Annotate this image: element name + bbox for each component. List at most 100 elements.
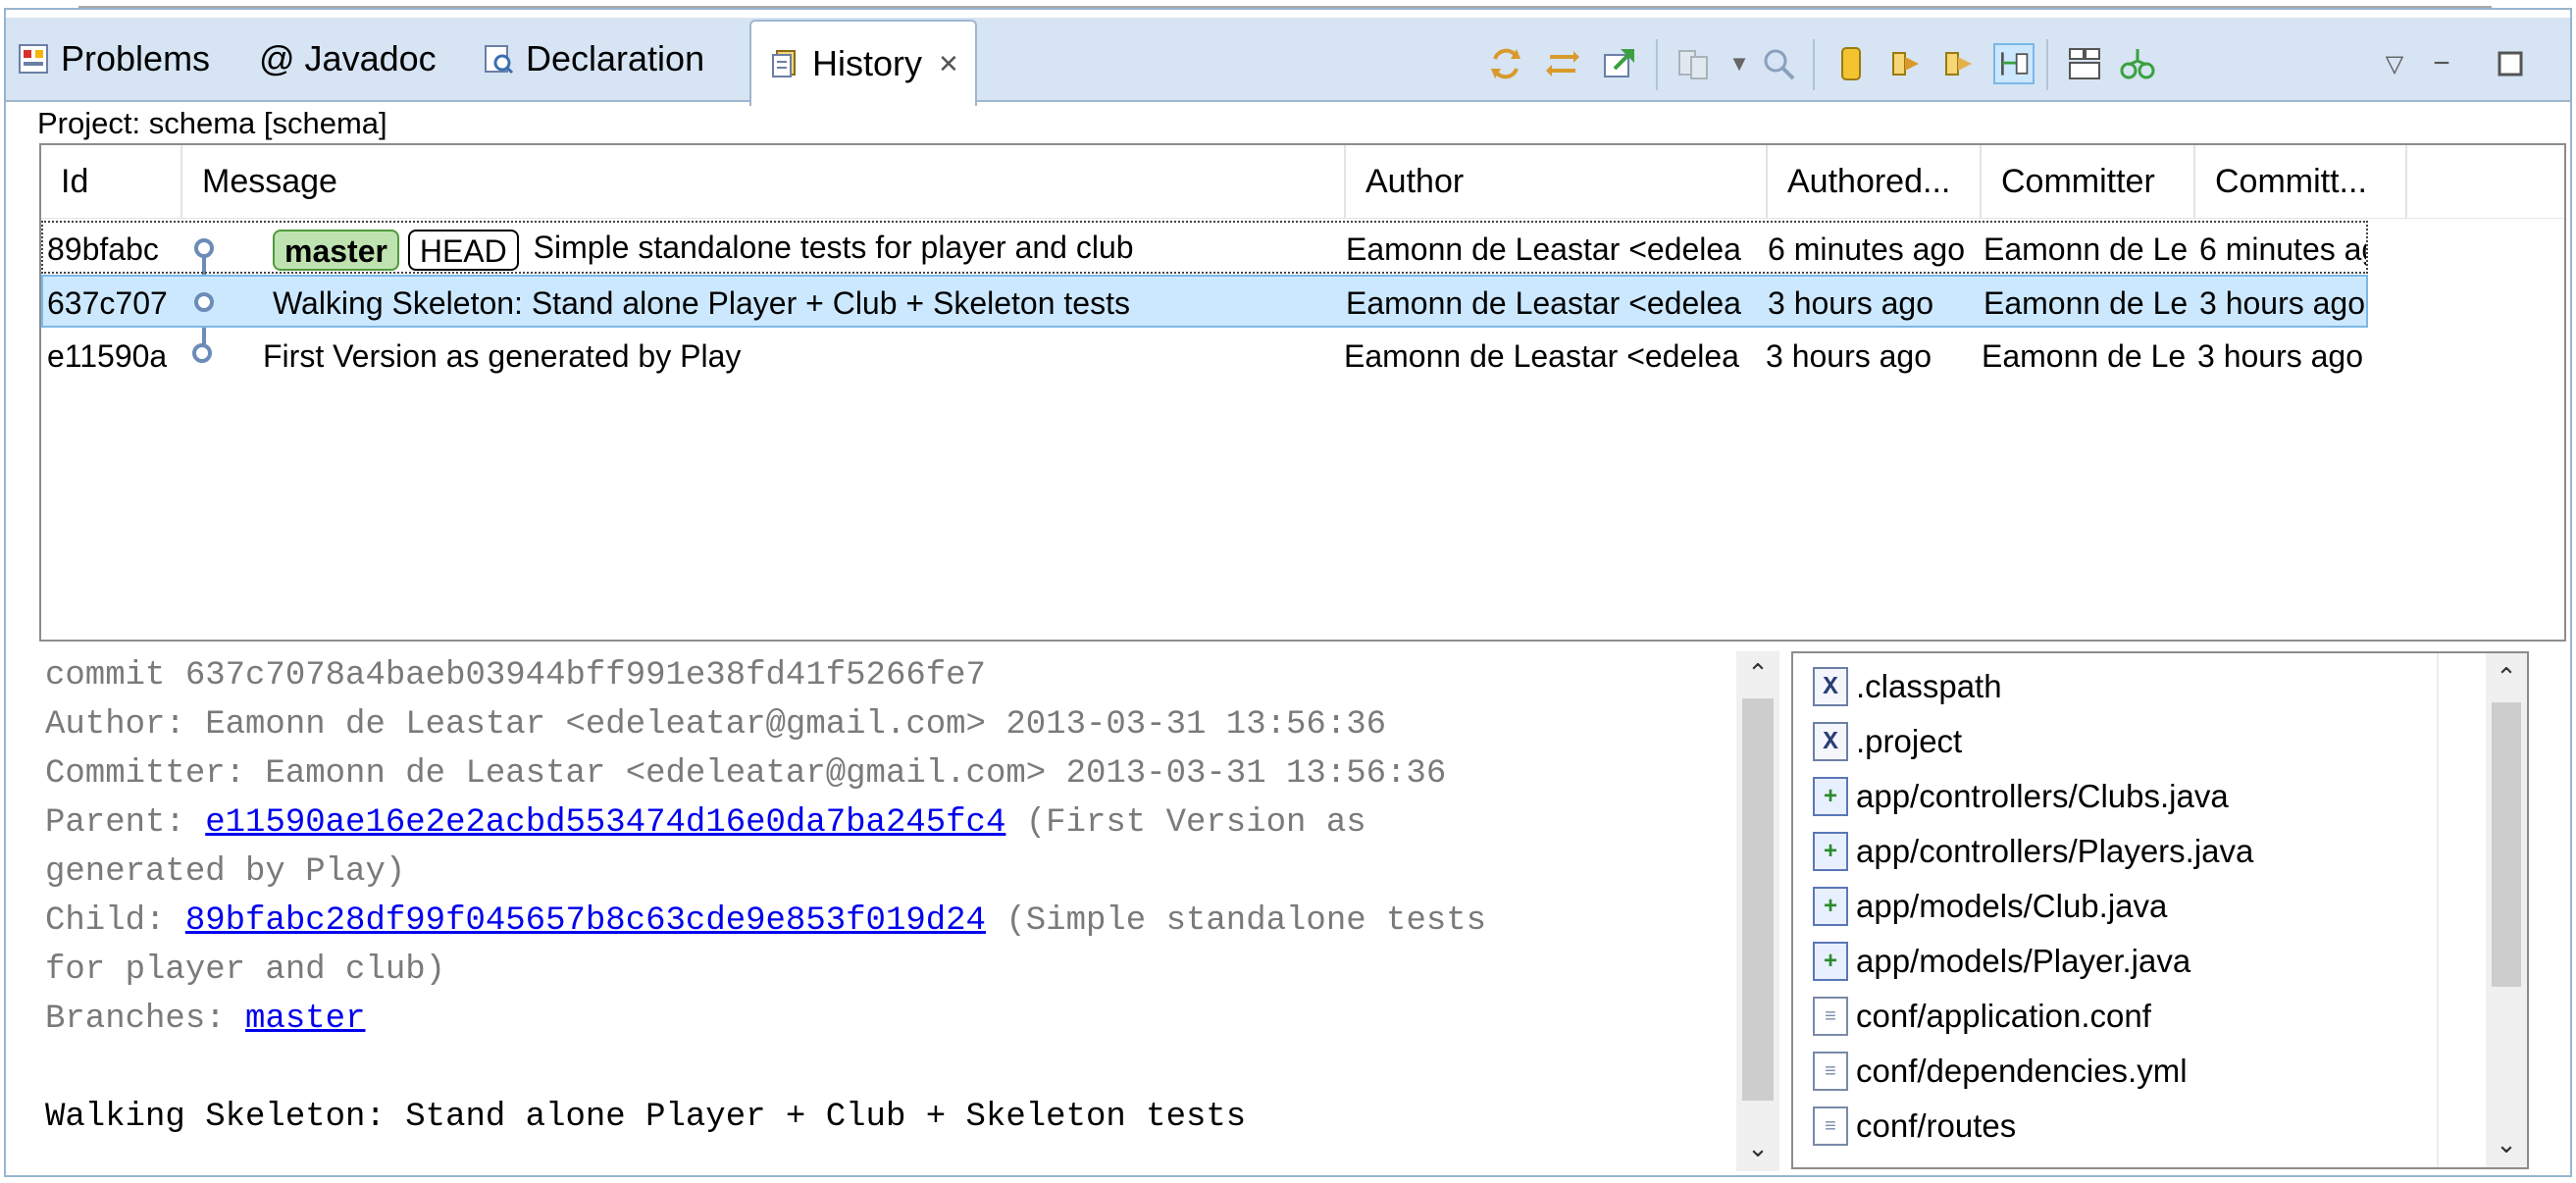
view-tab-strip: Problems @ Javadoc Declaration History ✕… [6,18,2570,106]
table-row[interactable]: e11590a First Version as generated by Pl… [41,330,2368,383]
dropdown-arrow-icon[interactable]: ▼ [1719,43,1760,84]
changed-files-list: X .classpath X .project + app/controllers/C… [1791,651,2529,1169]
details-scrollbar[interactable]: ⌃ ⌄ [1736,651,1779,1171]
parent-line: Parent: e11590ae16e2e2acbd553474d16e0da7… [45,798,1366,848]
commit-author: Eamonn de Leastar <edelea [1344,338,1739,374]
commit-node-icon [188,223,218,276]
column-header-author[interactable]: Author [1346,145,1768,218]
search-icon[interactable] [1758,43,1799,84]
tab-label: Declaration [526,38,705,78]
head-ref-badge: HEAD [407,229,519,271]
tab-history[interactable]: History ✕ [749,20,977,106]
maximize-icon[interactable] [2490,43,2531,84]
tab-label: History [812,43,923,83]
committer-line: Committer: Eamonn de Leastar <edeleatar@… [45,755,1447,793]
problems-icon [16,41,51,77]
scroll-up-icon[interactable]: ⌃ [1738,653,1777,693]
commit-id: e11590a [47,338,168,374]
scroll-thumb[interactable] [2492,702,2521,987]
project-label: Project: schema [schema] [37,106,387,140]
commit-id: 637c707 [47,285,168,321]
table-row[interactable]: 89bfabc master HEAD Simple standalone te… [41,221,2368,274]
parent-prefix: Parent: [45,804,206,842]
toolbar-separator [1656,39,1658,90]
commit-author: Eamonn de Leastar <edelea [1346,231,1741,267]
scroll-up-icon[interactable]: ⌃ [2487,657,2526,696]
text-file-icon: ≡ [1813,1106,1848,1146]
java-file-added-icon: + [1813,942,1848,981]
commit-authored: 3 hours ago [1766,338,1932,374]
child-hash-link[interactable]: 89bfabc28df99f045657b8c63cde9e853f019d24 [185,902,986,940]
parent-hash-link[interactable]: e11590ae16e2e2acbd553474d16e0da7ba245fc4 [205,804,1005,842]
commit-message: Simple standalone tests for player and c… [533,230,1134,265]
child-line: Child: 89bfabc28df99f045657b8c63cde9e853… [45,897,1486,946]
java-file-added-icon: + [1813,832,1848,871]
list-item[interactable]: ≡ conf/dependencies.yml [1813,1044,2188,1099]
xml-file-icon: X [1813,722,1848,761]
file-name: conf/routes [1856,1107,2017,1144]
text-file-icon: ≡ [1813,1052,1848,1091]
column-header-committed[interactable]: Committ... [2195,145,2407,218]
column-header-message[interactable]: Message [182,145,1346,218]
commit-committer: Eamonn de Le [1984,285,2189,321]
child-line-cont: for player and club) [45,952,446,989]
java-file-added-icon: + [1813,887,1848,926]
commit-authored: 3 hours ago [1768,285,1934,321]
branch-ref-badge: master [273,229,399,271]
list-item[interactable]: ≡ conf/application.conf [1813,989,2151,1044]
view-menu-icon[interactable]: ▽ [2374,43,2415,84]
files-scrollbar[interactable]: ⌃ ⌄ [2486,653,2527,1167]
commit-message: First Version as generated by Play [263,338,742,374]
scroll-down-icon[interactable]: ⌄ [2487,1124,2526,1163]
folder-filter-icon[interactable] [1885,43,1927,84]
commit-node-icon [186,330,216,383]
file-name: .classpath [1856,668,2002,704]
resource-filter-icon[interactable] [1938,43,1980,84]
repository-filter-icon[interactable] [1830,43,1872,84]
minimize-icon[interactable]: − [2421,43,2462,84]
list-item[interactable]: + app/models/Player.java [1813,934,2190,989]
scroll-thumb[interactable] [1742,698,1774,1101]
file-name: app/controllers/Clubs.java [1856,778,2229,814]
xml-file-icon: X [1813,667,1848,706]
show-all-branches-icon[interactable] [1993,43,2035,84]
link-with-selection-icon[interactable] [1542,43,1583,84]
list-item[interactable]: ≡ conf/routes [1813,1099,2016,1154]
commit-committer: Eamonn de Le [1982,338,2187,374]
open-in-editor-icon[interactable] [1599,43,1640,84]
commit-details-panel[interactable]: commit 637c7078a4baeb03944bff991e38fd41f… [39,651,1756,1171]
file-name: app/models/Player.java [1856,943,2191,979]
refresh-icon[interactable] [1485,43,1526,84]
list-item[interactable]: + app/controllers/Players.java [1813,824,2253,879]
history-icon [767,46,802,81]
compare-mode-icon[interactable] [1674,43,1715,84]
list-item[interactable]: + app/controllers/Clubs.java [1813,769,2229,824]
close-tab-icon[interactable]: ✕ [938,49,959,79]
tab-declaration[interactable]: Declaration [481,18,704,100]
java-file-added-icon: + [1813,777,1848,816]
parent-line-cont: generated by Play) [45,853,406,891]
tab-javadoc[interactable]: @ Javadoc [259,18,437,100]
layout-icon[interactable] [2064,43,2105,84]
author-line: Author: Eamonn de Leastar <edeleatar@gma… [45,706,1387,744]
text-file-icon: ≡ [1813,997,1848,1036]
commit-message-cell: master HEAD Simple standalone tests for … [273,223,1134,276]
tab-label: Problems [61,38,211,78]
column-header-committer[interactable]: Committer [1982,145,2195,218]
column-header-authored[interactable]: Authored... [1768,145,1982,218]
commit-id: 89bfabc [47,231,159,267]
child-prefix: Child: [45,902,185,940]
branch-link[interactable]: master [245,1001,365,1038]
commit-message: Walking Skeleton: Stand alone Player + C… [273,285,1130,321]
scroll-down-icon[interactable]: ⌄ [1738,1128,1777,1167]
toolbar-separator [1813,39,1815,90]
tab-problems[interactable]: Problems [16,18,210,100]
list-item[interactable]: + app/models/Club.java [1813,879,2167,934]
table-row-selected[interactable]: 637c707 Walking Skeleton: Stand alone Pl… [41,275,2368,328]
file-name: conf/application.conf [1856,998,2151,1034]
list-item[interactable]: X .classpath [1813,659,2002,714]
compare-icon[interactable] [2117,43,2158,84]
branches-line: Branches: master [45,995,365,1044]
list-item[interactable]: X .project [1813,714,1962,769]
child-suffix: (Simple standalone tests [985,902,1487,940]
